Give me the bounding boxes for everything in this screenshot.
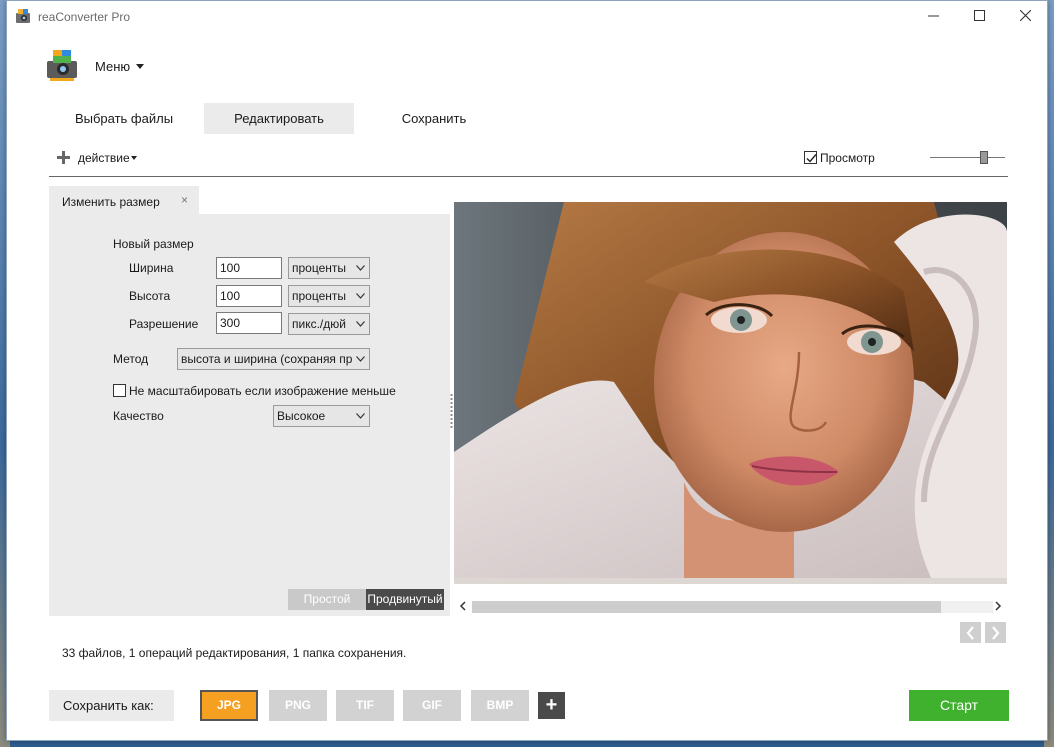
resolution-unit-value: пикс./дюй — [292, 317, 346, 331]
window-minimize-icon[interactable] — [910, 1, 956, 32]
preview-scrollbar-thumb[interactable] — [472, 601, 941, 613]
window-title: reaConverter Pro — [38, 10, 131, 24]
chevron-right-icon — [992, 626, 1000, 640]
tab-edit[interactable]: Редактировать — [204, 103, 354, 134]
format-gif-button[interactable]: GIF — [403, 690, 461, 721]
panel-splitter[interactable] — [450, 393, 453, 429]
zoom-slider-track[interactable] — [930, 157, 1005, 158]
app-logo-icon[interactable] — [47, 48, 81, 81]
chevron-down-icon[interactable] — [131, 156, 137, 160]
zoom-slider-thumb[interactable] — [980, 151, 988, 164]
preview-checkbox[interactable] — [804, 151, 817, 164]
width-unit-select[interactable]: проценты — [288, 257, 370, 279]
next-image-button[interactable] — [985, 622, 1006, 643]
quality-value: Высокое — [277, 409, 326, 423]
height-unit-select[interactable]: проценты — [288, 285, 370, 307]
toolbar-divider — [49, 176, 1008, 177]
new-size-heading: Новый размер — [113, 237, 194, 251]
resize-settings-panel: Новый размер Ширина 100 проценты Высота … — [49, 214, 450, 616]
chevron-down-icon — [356, 293, 365, 299]
chevron-down-icon — [356, 265, 365, 271]
operation-tab-label: Изменить размер — [62, 195, 160, 209]
app-icon — [16, 9, 30, 23]
operation-tab[interactable]: Изменить размер × — [49, 186, 199, 214]
resolution-input[interactable]: 300 — [216, 312, 282, 334]
action-dropdown[interactable]: действие — [78, 151, 130, 165]
height-unit-value: проценты — [292, 289, 347, 303]
chevron-left-icon[interactable] — [459, 600, 467, 612]
image-preview[interactable] — [454, 202, 1007, 584]
format-bmp-button[interactable]: BMP — [471, 690, 529, 721]
quality-select[interactable]: Высокое — [273, 405, 370, 427]
portrait-photo — [454, 202, 1007, 584]
previous-image-button[interactable] — [960, 622, 981, 643]
format-tif-button[interactable]: TIF — [336, 690, 394, 721]
tab-select-files[interactable]: Выбрать файлы — [49, 103, 199, 134]
window-close-icon[interactable] — [1002, 1, 1048, 32]
chevron-down-icon — [356, 321, 365, 327]
status-summary: 33 файлов, 1 операций редактирования, 1 … — [62, 646, 407, 660]
checkmark-icon — [806, 154, 817, 163]
quality-label: Качество — [113, 409, 164, 423]
preview-label: Просмотр — [820, 151, 875, 165]
width-label: Ширина — [129, 261, 174, 275]
method-select[interactable]: высота и ширина (сохраняя пр — [177, 348, 370, 370]
title-bar: reaConverter Pro — [7, 1, 1047, 32]
start-button[interactable]: Старт — [909, 690, 1009, 721]
no-upscale-label: Не масштабировать если изображение меньш… — [129, 384, 396, 398]
save-as-label: Сохранить как: — [49, 690, 174, 721]
resolution-unit-select[interactable]: пикс./дюй — [288, 313, 370, 335]
chevron-down-icon — [356, 356, 365, 362]
add-format-button[interactable]: + — [538, 692, 565, 719]
resolution-label: Разрешение — [129, 317, 199, 331]
simple-mode-button[interactable]: Простой — [288, 589, 366, 610]
method-label: Метод — [113, 352, 149, 366]
app-window: reaConverter Pro Меню Выбрать файлы Реда… — [6, 0, 1048, 741]
height-input[interactable]: 100 — [216, 285, 282, 307]
width-unit-value: проценты — [292, 261, 347, 275]
method-value: высота и ширина (сохраняя пр — [181, 352, 353, 366]
menu-button[interactable]: Меню — [95, 59, 130, 74]
chevron-right-icon[interactable] — [994, 600, 1002, 612]
height-label: Высота — [129, 289, 171, 303]
window-maximize-icon[interactable] — [956, 1, 1002, 32]
format-png-button[interactable]: PNG — [269, 690, 327, 721]
chevron-down-icon — [356, 413, 365, 419]
chevron-left-icon — [966, 626, 974, 640]
format-jpg-button[interactable]: JPG — [200, 690, 258, 721]
chevron-down-icon[interactable] — [136, 64, 144, 69]
tab-save[interactable]: Сохранить — [359, 103, 509, 134]
width-input[interactable]: 100 — [216, 257, 282, 279]
no-upscale-checkbox[interactable] — [113, 384, 126, 397]
close-icon[interactable]: × — [181, 193, 188, 207]
plus-icon[interactable] — [57, 151, 70, 164]
advanced-mode-button[interactable]: Продвинутый — [366, 589, 444, 610]
